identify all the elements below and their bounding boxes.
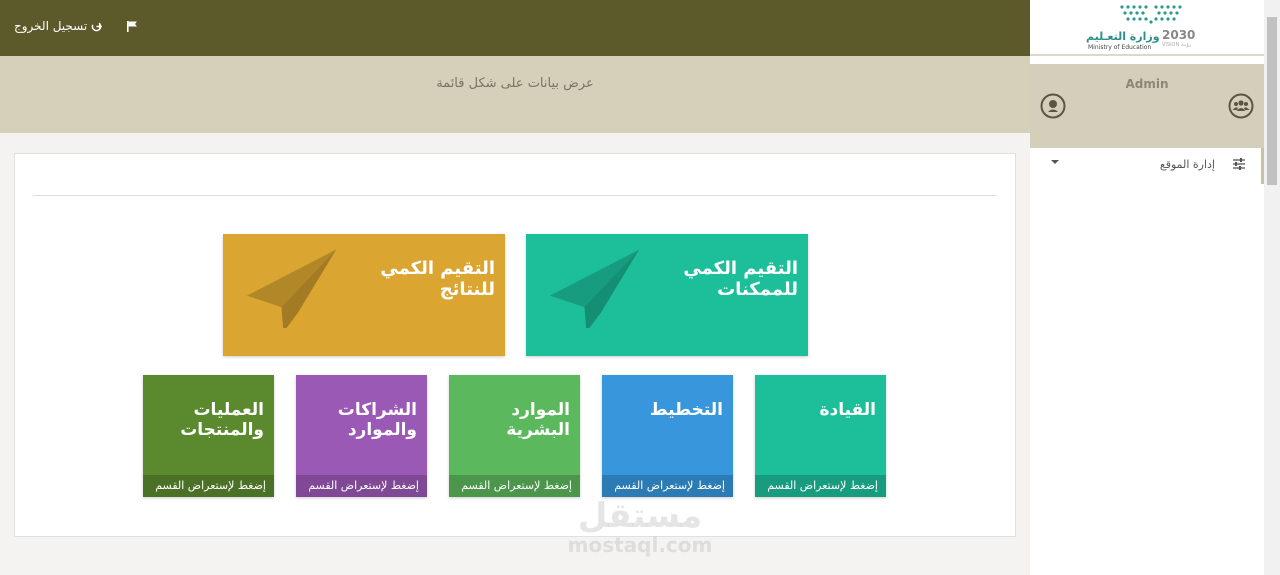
tile-results-assessment[interactable]: التقيم الكمي للنتائج bbox=[223, 234, 505, 356]
tile-footer-link[interactable]: إضغط لإستعراض القسم bbox=[143, 475, 274, 497]
logo-emblem-icon bbox=[1120, 5, 1182, 24]
ministry-logo: وزارة التعـليم Ministry of Education 203… bbox=[1030, 0, 1264, 56]
sidebar-item-site-management[interactable]: إدارة الموقع bbox=[1030, 148, 1264, 184]
sign-out-icon bbox=[91, 21, 103, 31]
flag-icon[interactable] bbox=[126, 20, 138, 33]
tile-title: الشراكات والموارد bbox=[337, 400, 417, 440]
user-panel: Admin bbox=[1030, 64, 1264, 148]
tile-title: التقيم الكمي للنتائج bbox=[380, 258, 495, 300]
vision-logo-subtitle: VISION رؤيـة bbox=[1162, 42, 1192, 48]
tile-title: التخطيط bbox=[649, 400, 723, 420]
vision-2030-logo: 2030 bbox=[1162, 28, 1196, 42]
page-subheader: عرض بيانات على شكل قائمة bbox=[0, 56, 1030, 133]
tile-footer-link[interactable]: إضغط لإستعراض القسم bbox=[449, 475, 580, 497]
tile-footer-link[interactable]: إضغط لإستعراض القسم bbox=[755, 475, 886, 497]
tile-operations[interactable]: العمليات والمنتجات إضغط لإستعراض القسم bbox=[143, 375, 274, 497]
paper-plane-icon bbox=[246, 249, 337, 328]
tile-title: التقيم الكمي للممكنات bbox=[683, 258, 798, 300]
user-profile-icon[interactable] bbox=[1040, 93, 1066, 119]
tile-enablers-assessment[interactable]: التقيم الكمي للممكنات bbox=[526, 234, 808, 356]
user-name: Admin bbox=[1125, 77, 1169, 91]
tile-footer-link[interactable]: إضغط لإستعراض القسم bbox=[602, 475, 733, 497]
sidebar-item-label: إدارة الموقع bbox=[1159, 158, 1215, 171]
page-title: عرض بيانات على شكل قائمة bbox=[436, 76, 594, 91]
tile-title: الموارد البشرية bbox=[506, 400, 570, 440]
scrollbar-thumb[interactable] bbox=[1267, 17, 1277, 185]
logout-label: تسجيل الخروج bbox=[14, 19, 88, 33]
tile-planning[interactable]: التخطيط إضغط لإستعراض القسم bbox=[602, 375, 733, 497]
paper-plane-icon bbox=[549, 249, 640, 328]
sidebar: وزارة التعـليم Ministry of Education 203… bbox=[1030, 0, 1264, 575]
watermark: مستقل mostaql.com bbox=[567, 496, 713, 557]
vertical-scrollbar[interactable] bbox=[1264, 0, 1280, 575]
tile-human-resources[interactable]: الموارد البشرية إضغط لإستعراض القسم bbox=[449, 375, 580, 497]
logo-arabic-text: وزارة التعـليم bbox=[1086, 30, 1160, 43]
sliders-icon bbox=[1233, 158, 1245, 170]
tile-partnerships[interactable]: الشراكات والموارد إضغط لإستعراض القسم bbox=[296, 375, 427, 497]
tile-title: القيادة bbox=[819, 400, 876, 420]
tile-footer-link[interactable]: إضغط لإستعراض القسم bbox=[296, 475, 427, 497]
caret-down-icon bbox=[1051, 160, 1059, 164]
top-navbar: تسجيل الخروج bbox=[0, 0, 1030, 56]
logout-button[interactable]: تسجيل الخروج bbox=[14, 19, 103, 33]
users-group-icon[interactable] bbox=[1228, 93, 1254, 119]
logo-english-text: Ministry of Education bbox=[1088, 44, 1152, 51]
tile-leadership[interactable]: القيادة إضغط لإستعراض القسم bbox=[755, 375, 886, 497]
content-panel: التقيم الكمي للممكنات التقيم الكمي للنتا… bbox=[14, 153, 1016, 537]
divider bbox=[33, 195, 997, 196]
tile-title: العمليات والمنتجات bbox=[180, 400, 264, 440]
